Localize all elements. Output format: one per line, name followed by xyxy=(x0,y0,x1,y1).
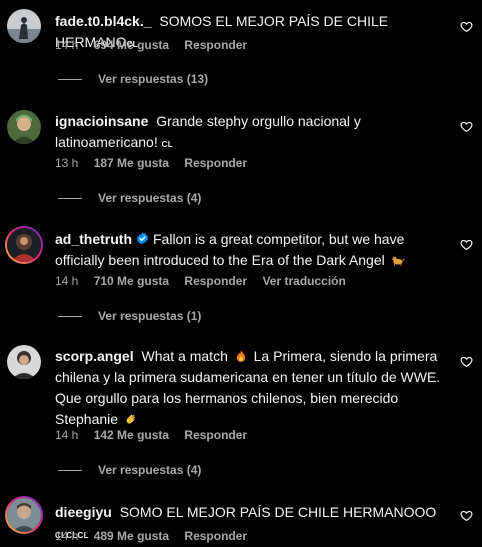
comment-username[interactable]: ignacioinsane xyxy=(55,113,148,129)
replies-divider xyxy=(58,198,82,200)
comment-likes[interactable]: 710 Me gusta xyxy=(94,274,169,288)
chile-flag-emoji: CL xyxy=(161,140,173,149)
comment-likes[interactable]: 694 Me gusta xyxy=(94,38,169,52)
comment-meta: 14 h 694 Me gusta Responder xyxy=(55,38,259,52)
comment-meta: 14 h 142 Me gusta Responder xyxy=(55,428,259,442)
reply-button[interactable]: Responder xyxy=(184,38,247,52)
replies-divider xyxy=(58,470,82,472)
comment-likes[interactable]: 489 Me gusta xyxy=(94,529,169,543)
heart-outline-icon[interactable] xyxy=(460,120,473,133)
comment-likes[interactable]: 187 Me gusta xyxy=(94,156,169,170)
view-replies-label: Ver respuestas (1) xyxy=(98,309,202,323)
comment-body: ad_thetruth Fallon is a great competitor,… xyxy=(55,229,445,271)
replies-divider xyxy=(58,79,82,81)
comment-text-part1: What a match xyxy=(141,348,228,364)
reply-button[interactable]: Responder xyxy=(184,274,247,288)
comment-time: 13 h xyxy=(55,156,79,170)
avatar-image xyxy=(7,228,41,262)
avatar[interactable] xyxy=(5,496,43,534)
comment-meta: 13 h 187 Me gusta Responder xyxy=(55,156,259,170)
view-replies-button[interactable]: Ver respuestas (4) xyxy=(58,191,201,205)
comment-time: 14 h xyxy=(55,529,79,543)
view-replies-label: Ver respuestas (13) xyxy=(98,72,209,86)
view-replies-label: Ver respuestas (4) xyxy=(98,463,202,477)
dog-emoji xyxy=(391,252,405,266)
comment-time: 14 h xyxy=(55,38,79,52)
reply-button[interactable]: Responder xyxy=(184,428,247,442)
comment-username[interactable]: ad_thetruth xyxy=(55,231,132,247)
comment-time: 14 h xyxy=(55,274,79,288)
avatar-image xyxy=(7,345,41,379)
reply-button[interactable]: Responder xyxy=(184,529,247,543)
heart-outline-icon[interactable] xyxy=(460,238,473,251)
view-replies-label: Ver respuestas (4) xyxy=(98,191,202,205)
comment-text: SOMO EL MEJOR PAÍS DE CHILE HERMANOOO xyxy=(119,504,437,520)
avatar[interactable] xyxy=(7,345,41,379)
comment-body: scorp.angel What a match La Primera, sie… xyxy=(55,346,445,430)
translate-button[interactable]: Ver traducción xyxy=(262,274,345,288)
replies-divider xyxy=(58,316,82,318)
fire-emoji xyxy=(234,348,248,362)
comment-likes[interactable]: 142 Me gusta xyxy=(94,428,169,442)
reply-button[interactable]: Responder xyxy=(184,156,247,170)
verified-badge-icon xyxy=(136,230,149,245)
heart-outline-icon[interactable] xyxy=(460,20,473,33)
avatar[interactable] xyxy=(5,226,43,264)
comment-username[interactable]: fade.t0.bl4ck._ xyxy=(55,13,152,29)
avatar[interactable] xyxy=(7,9,41,43)
comment-body: ignacioinsane Grande stephy orgullo naci… xyxy=(55,111,445,155)
avatar-image xyxy=(7,9,41,43)
avatar-image xyxy=(7,110,41,144)
comment-username[interactable]: scorp.angel xyxy=(55,348,134,364)
view-replies-button[interactable]: Ver respuestas (1) xyxy=(58,309,201,323)
view-replies-button[interactable]: Ver respuestas (13) xyxy=(58,72,208,86)
clap-emoji xyxy=(124,411,138,425)
avatar-image xyxy=(7,498,41,532)
comment-time: 14 h xyxy=(55,428,79,442)
comment-meta: 14 h 489 Me gusta Responder xyxy=(55,529,259,543)
heart-outline-icon[interactable] xyxy=(460,355,473,368)
avatar[interactable] xyxy=(7,110,41,144)
comment-username[interactable]: dieegiyu xyxy=(55,504,112,520)
heart-outline-icon[interactable] xyxy=(460,509,473,522)
comment-meta: 14 h 710 Me gusta Responder Ver traducci… xyxy=(55,274,358,288)
view-replies-button[interactable]: Ver respuestas (4) xyxy=(58,463,201,477)
